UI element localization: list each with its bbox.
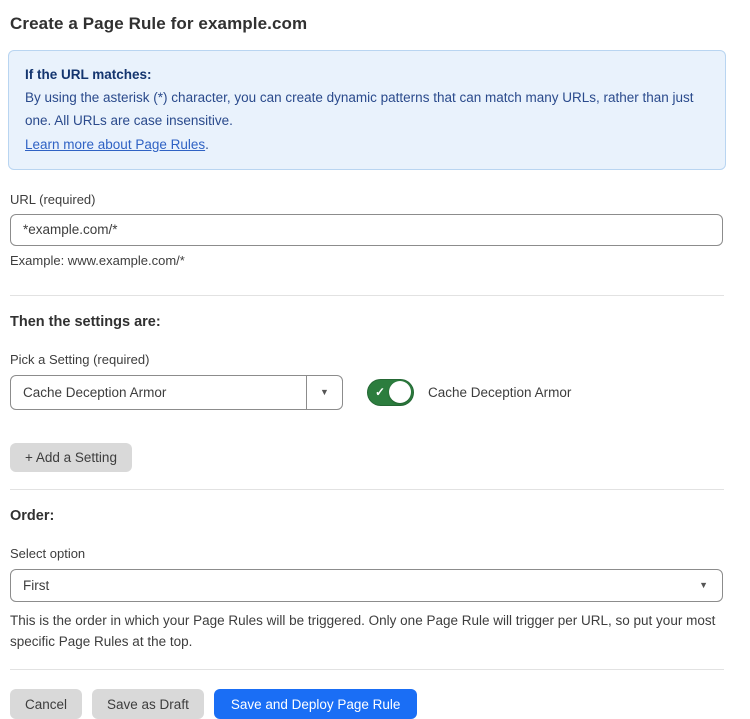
cache-deception-armor-toggle[interactable]: ✓ — [367, 379, 414, 406]
chevron-down-icon: ▼ — [320, 388, 329, 397]
learn-more-link[interactable]: Learn more about Page Rules — [25, 137, 205, 152]
setting-select[interactable]: Cache Deception Armor ▼ — [10, 375, 343, 410]
page-title: Create a Page Rule for example.com — [10, 14, 724, 34]
divider — [10, 295, 724, 296]
link-suffix: . — [205, 137, 209, 152]
url-field-label: URL (required) — [10, 192, 724, 207]
toggle-knob — [389, 381, 411, 403]
setting-select-value: Cache Deception Armor — [11, 376, 306, 409]
info-box-heading: If the URL matches: — [25, 63, 709, 86]
toggle-label: Cache Deception Armor — [428, 385, 571, 400]
setting-row: Cache Deception Armor ▼ ✓ Cache Deceptio… — [10, 375, 724, 410]
chevron-down-icon: ▼ — [699, 581, 708, 590]
setting-select-arrow-button[interactable]: ▼ — [306, 376, 342, 409]
url-field-helper: Example: www.example.com/* — [10, 253, 724, 268]
settings-section-heading: Then the settings are: — [10, 314, 724, 330]
order-select-label: Select option — [10, 546, 724, 561]
save-as-draft-button[interactable]: Save as Draft — [92, 689, 204, 719]
save-and-deploy-button[interactable]: Save and Deploy Page Rule — [214, 689, 418, 719]
check-icon: ✓ — [375, 386, 385, 398]
setting-picker-label: Pick a Setting (required) — [10, 352, 724, 367]
url-input[interactable] — [10, 214, 723, 246]
order-select-arrow: ▼ — [699, 570, 722, 601]
order-select[interactable]: First ▼ — [10, 569, 723, 602]
setting-toggle-group: ✓ Cache Deception Armor — [367, 379, 571, 406]
add-setting-button[interactable]: + Add a Setting — [10, 443, 132, 472]
info-box-link-line: Learn more about Page Rules. — [25, 133, 709, 156]
cancel-button[interactable]: Cancel — [10, 689, 82, 719]
info-box-body: By using the asterisk (*) character, you… — [25, 86, 709, 132]
divider — [10, 669, 724, 670]
order-helper-text: This is the order in which your Page Rul… — [10, 610, 720, 653]
order-select-value: First — [11, 570, 699, 601]
page-rule-form: Create a Page Rule for example.com If th… — [0, 0, 750, 719]
order-section-heading: Order: — [10, 508, 724, 524]
divider — [10, 489, 724, 490]
url-match-info-box: If the URL matches: By using the asteris… — [8, 50, 726, 170]
footer-actions: Cancel Save as Draft Save and Deploy Pag… — [10, 689, 724, 719]
